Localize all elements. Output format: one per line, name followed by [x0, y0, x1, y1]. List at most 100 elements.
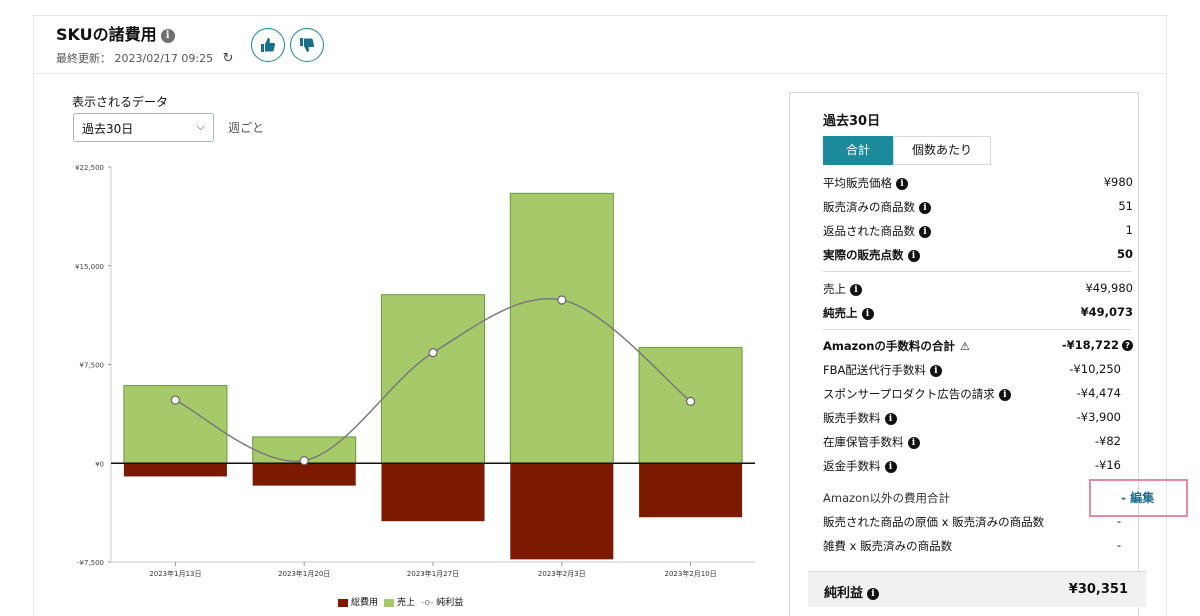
data-shown-label: 表示されるデータ: [72, 95, 169, 109]
legend-line-net-profit: -o-: [421, 598, 434, 608]
legend-label-net-profit: 純利益: [436, 598, 464, 608]
amazon-fees-total-label: Amazonの手数料の合計: [823, 339, 955, 353]
sponsored-ads-label: スポンサープロダクト広告の請求: [823, 387, 995, 401]
x-tick-label: 2023年1月13日: [149, 569, 201, 578]
row-net-units: 実際の販売点数 i 50: [823, 245, 1133, 265]
x-tick-label: 2023年2月3日: [538, 569, 586, 578]
info-icon[interactable]: i: [850, 283, 862, 296]
fba-fee-value: -¥10,250: [1069, 362, 1121, 376]
info-icon[interactable]: i: [896, 177, 908, 190]
misc-value: -: [1116, 538, 1121, 552]
help-icon[interactable]: ?: [1122, 340, 1133, 351]
units-sold-value: 51: [1118, 199, 1133, 213]
net-units-value: 50: [1116, 247, 1133, 261]
sales-label: 売上: [823, 282, 846, 296]
sku-costs-card: SKUの諸費用 i 最終更新： 2023/02/17 09:25 ↻ 表示されるデ…: [33, 15, 1167, 616]
chevron-down-icon: ⌵: [196, 120, 205, 133]
interval-label[interactable]: 週ごと: [228, 119, 264, 136]
row-avg-price: 平均販売価格 i ¥980: [823, 173, 1133, 193]
period-select[interactable]: 過去30日 ⌵: [73, 113, 214, 142]
x-tick-label: 2023年1月20日: [278, 569, 330, 578]
tab-total[interactable]: 合計: [823, 136, 894, 165]
summary-panel: 過去30日 合計 個数あたり 平均販売価格 i ¥980 販売済みの商品数 i 51…: [789, 92, 1146, 616]
storage-fee-label: 在庫保管手数料: [823, 435, 904, 449]
info-icon[interactable]: i: [867, 587, 880, 600]
sponsored-ads-value: -¥4,474: [1076, 386, 1121, 400]
legend-swatch-sales: [384, 598, 395, 607]
legend-label-sales: 売上: [397, 598, 416, 608]
sku-chart: ¥22,500 ¥15,000 ¥7,500 ¥0 -¥7,500 2023年1月13日 2…: [75, 164, 755, 578]
net-sales-label: 純売上: [823, 306, 858, 320]
tab-per-unit[interactable]: 個数あたり: [893, 136, 992, 165]
y-tick-label: ¥0: [95, 460, 104, 468]
net-units-label: 実際の販売点数: [823, 248, 904, 262]
other-costs-label: Amazon以外の費用合計: [823, 491, 950, 505]
avg-price-value: ¥980: [1103, 175, 1133, 189]
row-units-returned: 返品された商品数 i 1: [823, 221, 1133, 241]
y-tick-label: -¥7,500: [77, 559, 104, 567]
misc-label: 雑費 x 販売済みの商品数: [823, 539, 953, 553]
row-units-sold: 販売済みの商品数 i 51: [823, 197, 1133, 217]
row-fba-fee: FBA配送代行手数料 i -¥10,250: [823, 360, 1133, 380]
x-tick-label: 2023年2月10日: [665, 569, 717, 578]
info-icon[interactable]: i: [884, 460, 897, 473]
info-icon[interactable]: i: [919, 201, 931, 214]
row-sales: 売上 i ¥49,980: [823, 279, 1133, 299]
info-icon[interactable]: i: [929, 364, 942, 377]
net-profit-point: [170, 395, 180, 405]
info-icon[interactable]: i: [861, 307, 874, 320]
row-refund-fee: 返金手数料 i -¥16: [823, 456, 1133, 476]
legend-label-total-cost: 総費用: [351, 598, 379, 608]
net-profit-bar: 純利益 i ¥30,351: [808, 571, 1146, 607]
thumbs-up-button[interactable]: [251, 28, 285, 62]
refund-fee-value: -¥16: [1094, 458, 1121, 472]
net-profit-point: [428, 348, 438, 358]
cost-bar: [510, 463, 614, 560]
info-icon[interactable]: i: [907, 249, 920, 262]
sales-bar: [380, 294, 486, 464]
referral-fee-value: -¥3,900: [1076, 410, 1121, 424]
thumbs-down-button[interactable]: [290, 28, 324, 62]
row-net-sales: 純売上 i ¥49,073: [823, 303, 1133, 323]
cost-bar: [639, 463, 743, 518]
cost-bar: [252, 463, 356, 486]
info-icon[interactable]: i: [884, 412, 897, 425]
info-icon[interactable]: i: [160, 28, 175, 43]
info-icon[interactable]: i: [919, 225, 931, 238]
row-other-costs: Amazon以外の費用合計: [823, 488, 1133, 508]
summary-tabs: 合計 個数あたり: [823, 136, 992, 165]
fba-fee-label: FBA配送代行手数料: [823, 363, 926, 377]
sales-value: ¥49,980: [1085, 281, 1133, 295]
info-icon[interactable]: i: [907, 436, 920, 449]
x-tick-label: 2023年1月27日: [407, 569, 459, 578]
row-misc: 雑費 x 販売済みの商品数 -: [823, 536, 1133, 556]
net-profit-point: [685, 396, 696, 406]
legend-item-sales: 売上: [384, 595, 415, 608]
divider: [823, 329, 1131, 330]
net-profit-point: [557, 295, 567, 305]
net-sales-value: ¥49,073: [1080, 305, 1133, 319]
warning-icon[interactable]: ⚠: [960, 340, 970, 353]
legend-item-net-profit: -o- 純利益: [421, 595, 463, 608]
net-profit-label: 純利益: [824, 586, 864, 601]
thumbs-down-icon: [300, 38, 315, 52]
info-icon[interactable]: i: [998, 388, 1011, 401]
referral-fee-label: 販売手数料: [823, 411, 881, 425]
cogs-label: 販売された商品の原価 x 販売済みの商品数: [823, 515, 1045, 529]
edit-other-costs-link[interactable]: - 編集: [1121, 489, 1154, 506]
period-select-value: 過去30日: [82, 122, 134, 136]
cost-bar: [123, 463, 227, 477]
units-returned-value: 1: [1125, 223, 1133, 237]
row-referral-fee: 販売手数料 i -¥3,900: [823, 408, 1133, 428]
units-sold-label: 販売済みの商品数: [823, 200, 915, 214]
updated-label: 最終更新：: [56, 52, 111, 65]
legend-item-total-cost: 総費用: [338, 595, 378, 608]
refund-fee-label: 返金手数料: [823, 459, 881, 473]
row-amazon-fees-total: Amazonの手数料の合計 ⚠ -¥18,722?: [823, 336, 1133, 356]
cost-bar: [381, 463, 485, 522]
amazon-fees-total-value: -¥18,722: [1061, 338, 1119, 352]
y-tick-label: ¥22,500: [75, 164, 104, 172]
last-updated: 最終更新： 2023/02/17 09:25 ↻: [56, 50, 234, 66]
refresh-icon[interactable]: ↻: [223, 51, 234, 66]
net-profit-value: ¥30,351: [1068, 582, 1128, 597]
